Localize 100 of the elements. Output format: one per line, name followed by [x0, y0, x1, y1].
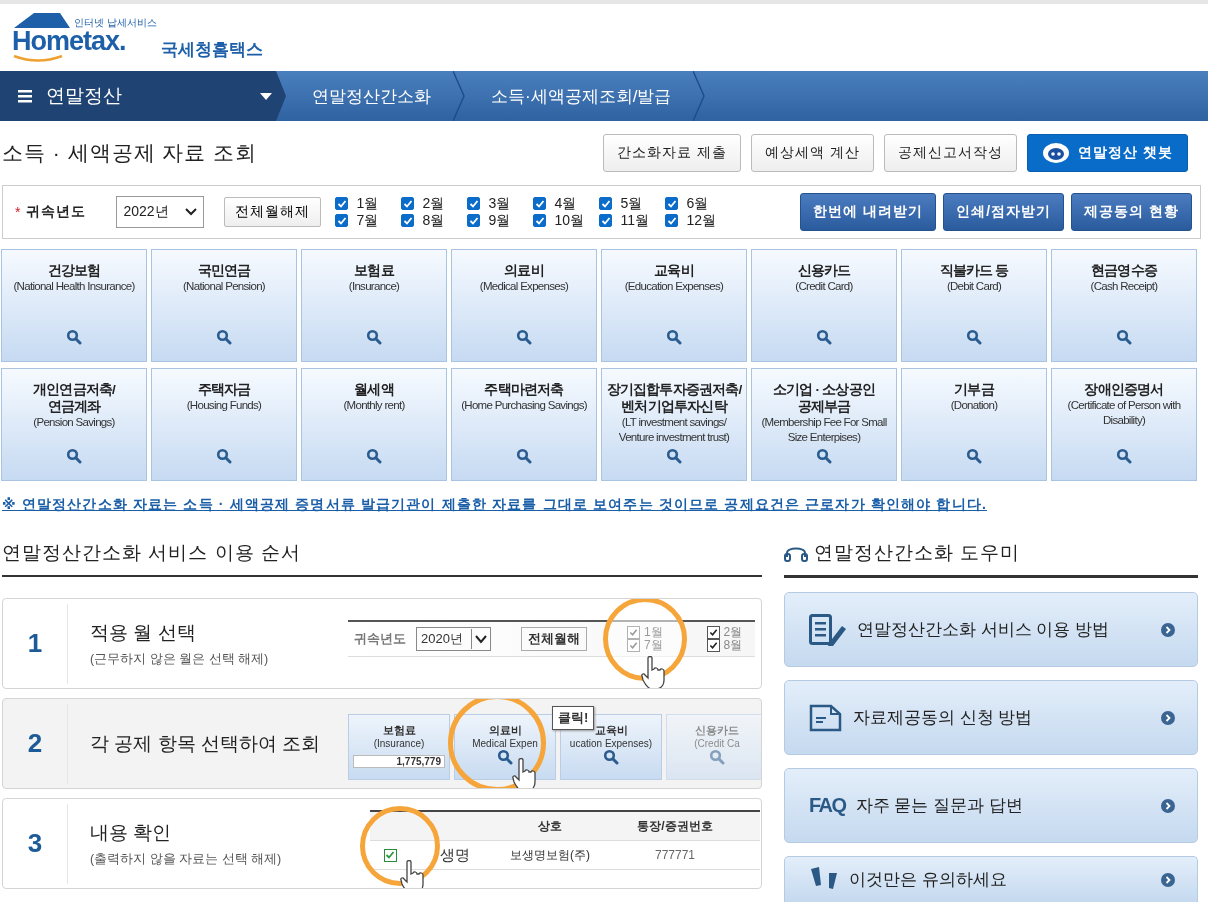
- category-tile[interactable]: 건강보험 (National Health Insurance): [1, 249, 147, 362]
- mini-category-tile: 신용카드 (Credit Ca: [666, 714, 761, 780]
- search-icon: [66, 448, 82, 464]
- action-button[interactable]: 예상세액 계산: [751, 134, 875, 172]
- checkbox[interactable]: [665, 197, 679, 210]
- document-icon: [809, 703, 843, 732]
- checkbox[interactable]: [599, 197, 613, 210]
- category-tile[interactable]: 주택마련저축 (Home Purchasing Savings): [451, 368, 597, 481]
- category-tile[interactable]: 개인연금저축/ 연금계좌 (Pension Savings): [1, 368, 147, 481]
- category-tile[interactable]: 장기집합투자증권저축/ 벤처기업투자신탁 (LT investment savings/ Venture investment trust): [601, 368, 747, 481]
- checkbox[interactable]: [401, 214, 415, 227]
- year-select[interactable]: 2022년: [116, 196, 205, 228]
- search-icon: [516, 448, 532, 464]
- check-icon: [600, 215, 611, 226]
- search-icon: [666, 329, 682, 345]
- month-label: 3월: [488, 194, 511, 213]
- notice-link[interactable]: ※ 연말정산간소화 자료는 소득 · 세액공제 증명서류 발급기관이 제출한 자료를 그대로 보여주는 것이므로 공제요건은 근로자가 확인해야 합니다.: [2, 496, 987, 512]
- category-tile[interactable]: 월세액 (Monthly rent): [301, 368, 447, 481]
- help-link[interactable]: 연말정산간소화 서비스 이용 방법: [784, 592, 1198, 667]
- month-label: 7월: [643, 639, 663, 652]
- column-header: 상호: [537, 817, 563, 835]
- checkbox[interactable]: [335, 197, 349, 210]
- click-callout: 클릭!: [552, 706, 595, 730]
- pointing-hand-icon: [640, 656, 667, 688]
- month-label: 2월: [723, 626, 743, 639]
- chevron-down-icon: [185, 208, 198, 216]
- category-tile[interactable]: 소기업 · 소상공인 공제부금 (Membership Fee For Small Size Enterpises): [751, 368, 897, 481]
- arrow-circle-icon: [1161, 798, 1175, 813]
- arrow-circle-icon: [1161, 710, 1175, 725]
- chevron-separator-icon: [453, 71, 465, 121]
- month-label: 11월: [620, 211, 649, 230]
- field-label: 귀속년도: [354, 630, 406, 648]
- step-number: 1: [3, 603, 68, 684]
- category-tile[interactable]: 신용카드 (Credit Card): [751, 249, 897, 362]
- arrow-circle-icon: [1161, 872, 1175, 887]
- category-tile[interactable]: 장애인증명서 (Certificate of Person with Disability): [1051, 368, 1197, 481]
- menu-dropdown[interactable]: 연말정산: [0, 71, 286, 121]
- clear-months-button[interactable]: 전체월해제: [224, 197, 322, 227]
- category-tile[interactable]: 교육비 (Education Expenses): [601, 249, 747, 362]
- column-header: 통장/증권번호: [636, 817, 714, 835]
- check-icon: [402, 198, 413, 209]
- action-button[interactable]: 공제신고서작성: [884, 134, 1018, 172]
- category-tile[interactable]: 국민연금 (National Pension): [151, 249, 297, 362]
- month-label: 12월: [686, 211, 717, 230]
- step-title: 적용 월 선택: [90, 620, 197, 645]
- checkbox[interactable]: [467, 197, 481, 210]
- step-note: (출력하지 않을 자료는 선택 해제): [90, 850, 283, 868]
- logo-text: Hometax.: [12, 28, 126, 55]
- house-roof-icon: [12, 12, 72, 28]
- check-icon: [402, 215, 413, 226]
- page-title: 소득 · 세액공제 자료 조회: [2, 140, 259, 166]
- month-label: 8월: [723, 639, 743, 652]
- search-icon: [1116, 329, 1132, 345]
- checkbox[interactable]: [665, 214, 679, 227]
- action-button[interactable]: 한번에 내려받기: [800, 193, 937, 231]
- help-link[interactable]: FAQ 자주 묻는 질문과 답변: [784, 768, 1198, 843]
- breadcrumb-link[interactable]: 소득·세액공제조회/발급: [465, 71, 694, 121]
- help-link[interactable]: 자료제공동의 신청 방법: [784, 680, 1198, 755]
- logo-name: 국세청홈택스: [160, 39, 263, 61]
- category-tile[interactable]: 현금영수증 (Cash Receipt): [1051, 249, 1197, 362]
- search-icon: [66, 329, 82, 345]
- search-icon: [816, 329, 832, 345]
- category-tile[interactable]: 주택자금 (Housing Funds): [151, 368, 297, 481]
- checkbox[interactable]: [401, 197, 415, 210]
- action-button[interactable]: 제공동의 현황: [1071, 193, 1192, 231]
- section-title: 연말정산간소화 서비스 이용 순서: [2, 540, 762, 577]
- checkbox[interactable]: [383, 848, 397, 862]
- search-icon: [966, 329, 982, 345]
- check-icon: [666, 198, 677, 209]
- category-tile[interactable]: 기부금 (Donation): [901, 368, 1047, 481]
- checkbox[interactable]: [599, 214, 613, 227]
- category-tile[interactable]: 의료비 (Medical Expenses): [451, 249, 597, 362]
- chevron-down-icon: [470, 629, 490, 649]
- search-icon: [366, 329, 382, 345]
- checkbox[interactable]: [533, 197, 547, 210]
- breadcrumb-link[interactable]: 연말정산간소화: [286, 71, 453, 121]
- chatbot-button[interactable]: 연말정산 챗봇: [1027, 134, 1188, 172]
- action-button[interactable]: 인쇄/점자받기: [943, 193, 1065, 231]
- step-title: 각 공제 항목 선택하여 조회: [90, 731, 322, 756]
- checkbox[interactable]: [533, 214, 547, 227]
- search-icon: [1116, 448, 1132, 464]
- menu-icon: [18, 89, 32, 103]
- check-icon: [336, 198, 347, 209]
- check-icon: [336, 215, 347, 226]
- checkbox[interactable]: [467, 214, 481, 227]
- month-label: 10월: [554, 211, 585, 230]
- month-label: 1월: [643, 626, 663, 639]
- checkbox[interactable]: [335, 214, 349, 227]
- search-icon: [816, 448, 832, 464]
- field-label: 귀속년도: [26, 203, 88, 221]
- logo-tagline: 인터넷 납세서비스: [74, 17, 157, 28]
- category-tile[interactable]: 보험료 (Insurance): [301, 249, 447, 362]
- help-link[interactable]: 이것만은 유의하세요: [784, 856, 1198, 902]
- month-label: 5월: [620, 194, 643, 213]
- category-tile[interactable]: 직불카드 등 (Debit Card): [901, 249, 1047, 362]
- faq-label: FAQ: [809, 794, 846, 817]
- month-label: 9월: [488, 211, 511, 230]
- action-button[interactable]: 간소화자료 제출: [603, 134, 742, 172]
- required-mark: *: [15, 204, 21, 220]
- check-icon: [666, 215, 677, 226]
